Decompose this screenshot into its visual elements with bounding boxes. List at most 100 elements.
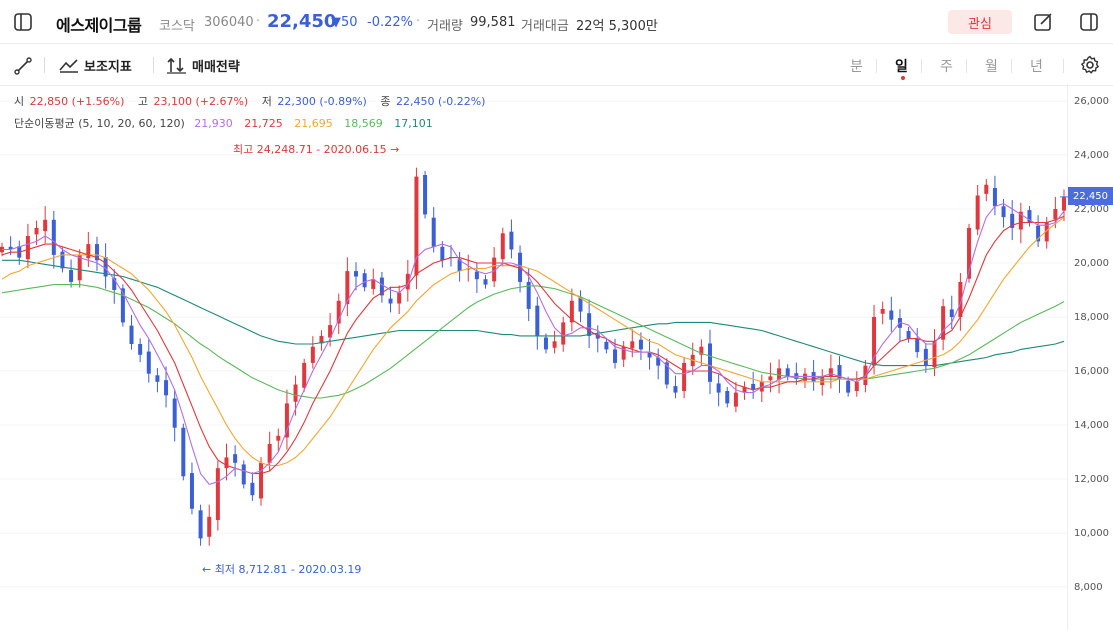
candle-body <box>354 271 358 277</box>
low-annotation: ← 최저 8,712.81 - 2020.03.19 <box>202 563 362 576</box>
candle-body <box>923 348 928 366</box>
candle-body <box>474 271 479 280</box>
high-annotation: 최고 24,248.71 - 2020.06.15 → <box>233 143 400 156</box>
y-tick-label: 26,000 <box>1074 96 1109 107</box>
candle-body <box>828 368 833 377</box>
y-tick-label: 12,000 <box>1074 474 1109 485</box>
y-tick-label: 8,000 <box>1074 582 1103 593</box>
candle-body <box>181 427 186 477</box>
candle-body <box>906 331 911 339</box>
candle-body <box>431 217 436 247</box>
ma5-value: 21,930 <box>194 117 233 130</box>
candle-body <box>207 516 212 537</box>
candle-body <box>138 344 143 355</box>
ma5-line <box>2 202 1065 486</box>
candle-body <box>34 227 39 235</box>
candle-body <box>129 325 134 344</box>
ma10-value: 21,725 <box>244 117 283 130</box>
candle-body <box>984 184 989 194</box>
high-value: 23,100 (+2.67%) <box>153 95 249 108</box>
ma120-line <box>2 259 1065 367</box>
y-tick-label: 22,000 <box>1074 204 1109 215</box>
candle-body <box>224 457 229 469</box>
moving-average-legend: 단순이동평균 (5, 10, 20, 60, 120) 21,930 21,72… <box>14 115 433 131</box>
candle-body <box>716 383 721 393</box>
candle-body <box>949 309 954 317</box>
candle-body <box>552 341 557 348</box>
candle-body <box>1053 209 1058 220</box>
candle-body <box>915 338 920 353</box>
candle-body <box>77 254 82 281</box>
candle-body <box>578 297 583 312</box>
candle-body <box>889 310 894 320</box>
y-tick-label: 20,000 <box>1074 258 1109 269</box>
candle-body <box>561 322 566 345</box>
candle-body <box>69 270 74 282</box>
y-tick-label: 18,000 <box>1074 312 1109 323</box>
open-value: 22,850 (+1.56%) <box>29 95 125 108</box>
candle-body <box>509 231 514 250</box>
candle-body <box>992 187 997 207</box>
y-tick-label: 10,000 <box>1074 528 1109 539</box>
candle-body <box>293 384 298 402</box>
y-tick-label: 14,000 <box>1074 420 1109 431</box>
candle-body <box>440 246 445 261</box>
candle-body <box>25 236 30 260</box>
candle-body <box>587 313 592 336</box>
candle-body <box>198 510 203 539</box>
candle-body <box>820 376 825 386</box>
candle-body <box>682 362 687 391</box>
ma60-value: 18,569 <box>344 117 383 130</box>
candle-body <box>535 305 540 336</box>
ma-label: 단순이동평균 (5, 10, 20, 60, 120) <box>14 117 185 130</box>
candle-body <box>630 341 635 349</box>
high-label: 고 <box>137 95 148 108</box>
ohlc-legend: 시 22,850 (+1.56%) 고 23,100 (+2.67%) 저 22… <box>14 93 487 109</box>
candle-body <box>613 349 618 363</box>
candle-body <box>708 343 712 382</box>
candle-body <box>189 473 194 509</box>
candle-body <box>146 351 151 374</box>
candle-body <box>854 381 859 391</box>
candle-body <box>777 368 782 380</box>
candle-body <box>932 341 937 368</box>
candle-body <box>51 219 56 255</box>
ma60-line <box>1 284 1065 399</box>
close-label: 종 <box>380 95 391 108</box>
candle-body <box>310 346 315 363</box>
candle-body <box>284 403 289 438</box>
candle-body <box>43 219 48 232</box>
current-price-tag: 22,450 <box>1068 187 1113 205</box>
y-tick-label: 16,000 <box>1074 366 1109 377</box>
candle-body <box>500 233 505 260</box>
candle-body <box>423 174 428 215</box>
candle-body <box>543 337 548 350</box>
candle-body <box>276 435 281 441</box>
candle-body <box>975 195 980 230</box>
candle-body <box>250 482 255 496</box>
low-label: 저 <box>261 95 272 108</box>
ma10-line <box>1 215 1065 475</box>
candle-body <box>302 362 307 388</box>
candle-body <box>215 468 220 521</box>
candle-body <box>785 368 790 377</box>
candle-body <box>388 298 393 304</box>
ma20-value: 21,695 <box>294 117 333 130</box>
candle-body <box>155 375 160 382</box>
candle-body <box>267 443 272 463</box>
ma120-value: 17,101 <box>394 117 433 130</box>
candle-body <box>733 392 738 407</box>
candle-body <box>233 454 238 463</box>
ma20-line <box>1 216 1065 467</box>
candle-body <box>397 292 402 304</box>
candle-body <box>164 380 169 396</box>
candle-body <box>604 341 609 350</box>
candle-body <box>725 390 730 404</box>
candle-body <box>241 464 246 485</box>
candle-body <box>880 308 885 314</box>
candle-body <box>846 380 851 393</box>
low-value: 22,300 (-0.89%) <box>277 95 367 108</box>
candle-body <box>673 386 678 393</box>
candle-body <box>768 376 773 381</box>
candle-body <box>60 251 65 269</box>
